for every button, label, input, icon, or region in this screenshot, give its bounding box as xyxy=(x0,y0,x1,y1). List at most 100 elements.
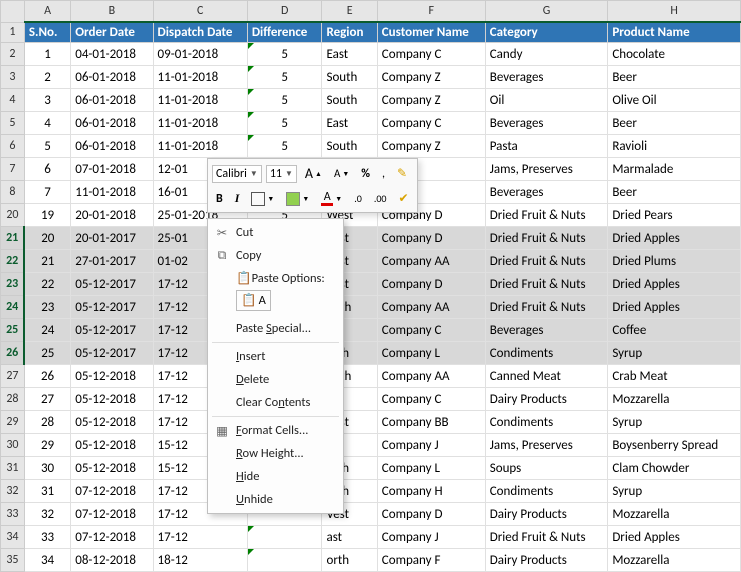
cell[interactable]: 05-12-2017 xyxy=(71,319,153,342)
cell[interactable]: Olive Oil xyxy=(608,89,741,112)
cell[interactable]: 05-12-2017 xyxy=(71,296,153,319)
font-color-button[interactable]: A ▼ xyxy=(317,188,346,209)
row-header[interactable]: 25 xyxy=(1,319,25,342)
row-header[interactable]: 21 xyxy=(1,227,25,250)
row-header[interactable]: 22 xyxy=(1,250,25,273)
cell[interactable]: 29 xyxy=(24,434,70,457)
decrease-decimal-button[interactable]: .00 xyxy=(370,189,391,208)
column-title[interactable]: S.No. xyxy=(24,22,70,43)
cell[interactable]: Dried Apples xyxy=(608,227,741,250)
cell[interactable]: 26 xyxy=(24,365,70,388)
cell[interactable]: Dried Plums xyxy=(608,250,741,273)
row-header[interactable]: 5 xyxy=(1,112,25,135)
cell[interactable]: Company Z xyxy=(377,66,485,89)
row-header[interactable]: 3 xyxy=(1,66,25,89)
cell[interactable]: Company D xyxy=(377,503,485,526)
cell[interactable]: Company C xyxy=(377,319,485,342)
col-header-C[interactable]: C xyxy=(153,1,247,23)
cell[interactable]: 2 xyxy=(24,66,70,89)
cell[interactable]: Dried Fruit & Nuts xyxy=(485,296,608,319)
col-header-F[interactable]: F xyxy=(377,1,485,23)
ctx-format-cells[interactable]: ▦Format Cells... xyxy=(208,419,343,442)
cell[interactable]: 22 xyxy=(24,273,70,296)
cell[interactable]: 06-01-2018 xyxy=(71,135,153,158)
column-title[interactable]: Dispatch Date xyxy=(153,22,247,43)
column-title[interactable]: Customer Name xyxy=(377,22,485,43)
cell[interactable]: Condiments xyxy=(485,342,608,365)
cell[interactable]: 08-12-2018 xyxy=(71,549,153,572)
cell[interactable]: Coffee xyxy=(608,319,741,342)
row-header[interactable]: 23 xyxy=(1,273,25,296)
cell[interactable]: Soups xyxy=(485,457,608,480)
cell[interactable]: Company F xyxy=(377,549,485,572)
cell[interactable]: 25 xyxy=(24,342,70,365)
col-header-G[interactable]: G xyxy=(485,1,608,23)
cell[interactable]: East xyxy=(322,112,377,135)
cell[interactable]: 27-01-2017 xyxy=(71,250,153,273)
cell[interactable]: 33 xyxy=(24,526,70,549)
cell[interactable]: Company AA xyxy=(377,296,485,319)
cell[interactable]: 05-12-2018 xyxy=(71,434,153,457)
row-header[interactable]: 20 xyxy=(1,204,25,227)
cell[interactable]: Clam Chowder xyxy=(608,457,741,480)
font-size-combo[interactable]: 11 ▼ xyxy=(266,165,297,183)
italic-button[interactable]: I xyxy=(231,188,244,209)
format-painter-button[interactable]: ✎ xyxy=(393,163,411,184)
cell[interactable]: Company L xyxy=(377,457,485,480)
row-header[interactable]: 30 xyxy=(1,434,25,457)
ctx-paste-keep-text[interactable]: 📋A xyxy=(236,290,271,311)
ctx-cut[interactable]: ✂Cut xyxy=(208,221,343,244)
cell[interactable]: 07-12-2018 xyxy=(71,526,153,549)
row-header[interactable]: 31 xyxy=(1,457,25,480)
row-header[interactable]: 26 xyxy=(1,342,25,365)
cell[interactable]: Ravioli xyxy=(608,135,741,158)
cell[interactable]: Beer xyxy=(608,66,741,89)
cell[interactable]: 1 xyxy=(24,43,70,66)
cell[interactable]: Beverages xyxy=(485,112,608,135)
col-header-D[interactable]: D xyxy=(247,1,322,23)
cell[interactable]: orth xyxy=(322,549,377,572)
row-header[interactable]: 7 xyxy=(1,158,25,181)
fill-color-button[interactable]: ▼ xyxy=(282,189,313,209)
increase-font-button[interactable]: A▲ xyxy=(301,162,326,185)
cell[interactable]: 07-12-2018 xyxy=(71,503,153,526)
cell[interactable]: 05-12-2018 xyxy=(71,411,153,434)
ctx-insert[interactable]: Insert xyxy=(208,345,343,368)
cell[interactable]: 06-01-2018 xyxy=(71,89,153,112)
cell[interactable]: Beverages xyxy=(485,319,608,342)
cell[interactable]: 17-12 xyxy=(153,526,247,549)
cell[interactable]: 05-12-2018 xyxy=(71,365,153,388)
cell[interactable]: Oil xyxy=(485,89,608,112)
row-header[interactable]: 2 xyxy=(1,43,25,66)
row-header[interactable]: 28 xyxy=(1,388,25,411)
cell[interactable]: Dairy Products xyxy=(485,503,608,526)
cell[interactable]: 11-01-2018 xyxy=(153,135,247,158)
cell[interactable]: 31 xyxy=(24,480,70,503)
row-header[interactable]: 8 xyxy=(1,181,25,204)
format-painter-button-2[interactable]: ✔ xyxy=(394,188,412,209)
ctx-copy[interactable]: ⧉Copy xyxy=(208,244,343,267)
cell[interactable]: 05-12-2018 xyxy=(71,457,153,480)
cell[interactable]: Beverages xyxy=(485,66,608,89)
cell[interactable]: Mozzarella xyxy=(608,388,741,411)
cell[interactable]: 18-12 xyxy=(153,549,247,572)
bold-button[interactable]: B xyxy=(212,189,227,209)
cell[interactable]: Company BB xyxy=(377,411,485,434)
cell[interactable]: Beer xyxy=(608,181,741,204)
decrease-font-button[interactable]: A▼ xyxy=(330,164,353,183)
cell[interactable]: Dried Apples xyxy=(608,273,741,296)
cell[interactable]: Company AA xyxy=(377,365,485,388)
column-title[interactable]: Order Date xyxy=(71,22,153,43)
spreadsheet-grid[interactable]: ABCDEFGH 1S.No.Order DateDispatch DateDi… xyxy=(0,0,741,572)
col-header-A[interactable]: A xyxy=(24,1,70,23)
cell[interactable]: Syrup xyxy=(608,480,741,503)
cell[interactable]: Company L xyxy=(377,342,485,365)
cell[interactable]: Mozzarella xyxy=(608,503,741,526)
cell[interactable]: Syrup xyxy=(608,411,741,434)
row-header[interactable]: 34 xyxy=(1,526,25,549)
cell[interactable]: Condiments xyxy=(485,411,608,434)
cell[interactable]: East xyxy=(322,43,377,66)
col-header-H[interactable]: H xyxy=(608,1,741,23)
cell[interactable]: Crab Meat xyxy=(608,365,741,388)
cell[interactable]: Dried Apples xyxy=(608,526,741,549)
